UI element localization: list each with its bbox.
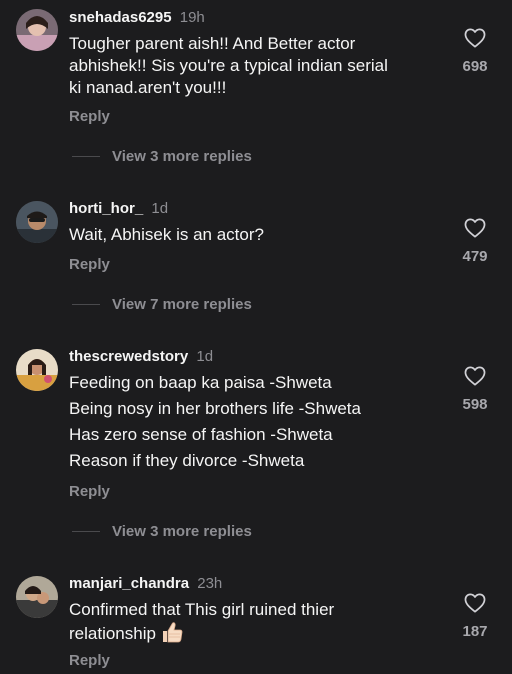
reply-button[interactable]: Reply bbox=[69, 108, 110, 126]
divider-line bbox=[72, 303, 100, 305]
comment-meta: snehadas6295 19h bbox=[69, 9, 205, 27]
comment-line: Confirmed that This girl ruined thier bbox=[69, 600, 335, 619]
view-more-replies-button[interactable]: View 3 more replies bbox=[72, 521, 252, 541]
comment-meta: horti_hor_ 1d bbox=[69, 200, 168, 218]
comment-meta: manjari_chandra 23h bbox=[69, 575, 222, 593]
comment-line-with-emoji: relationship bbox=[69, 621, 441, 645]
comment-text: Feeding on baap ka paisa -Shweta Being n… bbox=[69, 372, 441, 472]
view-more-replies-label: View 3 more replies bbox=[112, 147, 252, 165]
reply-button[interactable]: Reply bbox=[69, 652, 110, 670]
divider-line bbox=[72, 155, 100, 157]
like-control: 698 bbox=[450, 28, 500, 75]
like-count: 479 bbox=[462, 248, 488, 265]
like-control: 479 bbox=[450, 218, 500, 265]
view-more-replies-button[interactable]: View 7 more replies bbox=[72, 294, 252, 314]
timestamp: 1d bbox=[196, 348, 214, 365]
like-control: 598 bbox=[450, 366, 500, 413]
heart-outline-icon[interactable] bbox=[464, 218, 486, 238]
comment-line: Feeding on baap ka paisa -Shweta bbox=[69, 373, 332, 392]
username[interactable]: horti_hor_ bbox=[69, 200, 143, 217]
timestamp: 23h bbox=[197, 575, 223, 592]
like-control: 187 bbox=[450, 593, 500, 640]
avatar[interactable] bbox=[16, 201, 58, 243]
divider-line bbox=[72, 530, 100, 532]
comment-meta: thescrewedstory 1d bbox=[69, 348, 213, 366]
like-count: 598 bbox=[462, 396, 488, 413]
avatar[interactable] bbox=[16, 576, 58, 618]
comment-text: Confirmed that This girl ruined thier re… bbox=[69, 599, 441, 645]
view-more-replies-button[interactable]: View 3 more replies bbox=[72, 146, 252, 166]
reply-button[interactable]: Reply bbox=[69, 483, 110, 501]
comment-text: Wait, Abhisek is an actor? bbox=[69, 224, 441, 246]
reply-button[interactable]: Reply bbox=[69, 256, 110, 274]
timestamp: 1d bbox=[151, 200, 169, 217]
username[interactable]: thescrewedstory bbox=[69, 348, 188, 365]
view-more-replies-label: View 3 more replies bbox=[112, 522, 252, 540]
comment-line: Has zero sense of fashion -Shweta bbox=[69, 425, 333, 444]
heart-outline-icon[interactable] bbox=[464, 28, 486, 48]
avatar[interactable] bbox=[16, 9, 58, 51]
view-more-replies-label: View 7 more replies bbox=[112, 295, 252, 313]
heart-outline-icon[interactable] bbox=[464, 366, 486, 386]
username[interactable]: manjari_chandra bbox=[69, 575, 189, 592]
username[interactable]: snehadas6295 bbox=[69, 9, 172, 26]
comment-line: relationship bbox=[69, 624, 156, 643]
avatar[interactable] bbox=[16, 349, 58, 391]
timestamp: 19h bbox=[179, 9, 205, 26]
heart-outline-icon[interactable] bbox=[464, 593, 486, 613]
thumbs-up-emoji bbox=[162, 622, 183, 643]
like-count: 187 bbox=[462, 623, 488, 640]
comment-line: Wait, Abhisek is an actor? bbox=[69, 225, 264, 244]
comment-line: Tougher parent aish!! And Better actor bbox=[69, 34, 356, 53]
comment-text: Tougher parent aish!! And Better actor a… bbox=[69, 33, 441, 99]
like-count: 698 bbox=[462, 58, 488, 75]
comment-line: Reason if they divorce -Shweta bbox=[69, 451, 305, 470]
comment-line: ki nanad.aren't you!!! bbox=[69, 78, 227, 97]
comment-line: abhishek!! Sis you're a typical indian s… bbox=[69, 56, 388, 75]
comment-line: Being nosy in her brothers life -Shweta bbox=[69, 399, 361, 418]
